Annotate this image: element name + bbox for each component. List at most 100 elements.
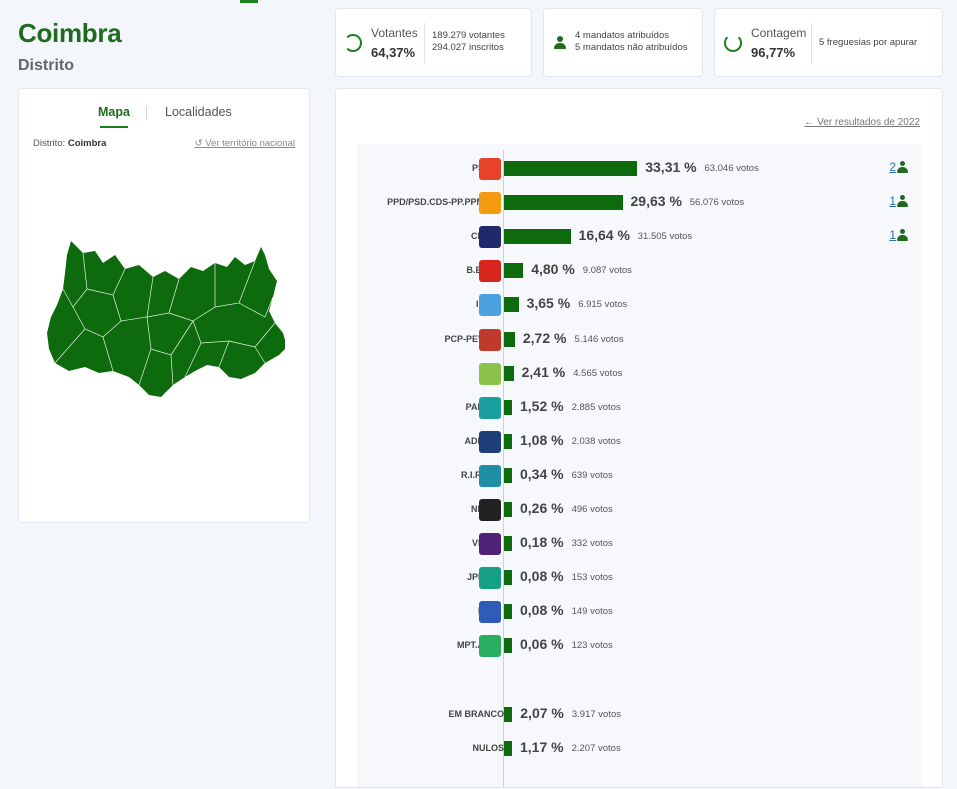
result-bar bbox=[504, 331, 515, 347]
count-pending: 5 freguesias por apurar bbox=[819, 37, 918, 48]
party-name: PPD/PSD.CDS-PP.PPM bbox=[387, 197, 484, 208]
turnout-divider bbox=[424, 23, 425, 63]
tab-map[interactable]: Mapa bbox=[98, 105, 130, 128]
ad-logo-icon bbox=[479, 192, 501, 215]
party-row: MPT.A 0,06 % 123 votos bbox=[357, 634, 922, 658]
il-logo-icon bbox=[479, 294, 501, 317]
result-votes: 496 votos bbox=[571, 504, 613, 515]
result-percentage: 2,41 % bbox=[521, 363, 566, 380]
national-territory-link[interactable]: ↺ Ver território nacional bbox=[195, 138, 295, 149]
ergue-logo-icon bbox=[479, 601, 501, 624]
map-tabs: Mapa Localidades bbox=[19, 105, 309, 128]
result-votes: 63.046 votos bbox=[704, 163, 759, 174]
jpp-logo-icon bbox=[479, 567, 501, 590]
result-percentage: 2,07 % bbox=[520, 704, 564, 721]
party-name: NULOS bbox=[472, 742, 505, 753]
result-votes: 2.885 votos bbox=[571, 401, 621, 413]
result-votes: 2.038 votos bbox=[571, 435, 621, 447]
party-row: B.E. 4,80 % 9.087 votos bbox=[357, 259, 922, 283]
result-bar bbox=[504, 433, 512, 449]
livre-logo-icon bbox=[479, 362, 501, 385]
mandates-count-link[interactable]: 1 bbox=[889, 228, 896, 242]
page-title: Coimbra bbox=[18, 18, 122, 48]
result-votes: 332 votos bbox=[571, 538, 613, 550]
party-row: CH 16,64 % 31.505 votos 1 bbox=[357, 225, 922, 249]
district-map-shape[interactable] bbox=[47, 241, 285, 397]
mpt-logo-icon bbox=[479, 635, 501, 658]
result-votes: 56.076 votos bbox=[689, 197, 745, 209]
pan-logo-icon bbox=[479, 396, 501, 419]
count-card: Contagem 96,77% 5 freguesias por apurar bbox=[714, 8, 943, 77]
undo-arrow-icon: ↺ bbox=[194, 138, 203, 149]
tab-localities[interactable]: Localidades bbox=[165, 105, 232, 119]
party-row: PCP-PEV 2,72 % 5.146 votos bbox=[357, 328, 922, 352]
previous-results-link[interactable]: ← Ver resultados de 2022 bbox=[804, 117, 920, 128]
result-percentage: 1,17 % bbox=[520, 738, 564, 755]
mandates-count-link[interactable]: 1 bbox=[889, 194, 896, 208]
turnout-card: Votantes 64,37% 189.279 votantes 294.027… bbox=[335, 8, 532, 77]
volt-logo-icon bbox=[479, 533, 501, 556]
extra-row: NULOS 1,17 % 2.207 votos bbox=[357, 737, 922, 761]
party-row: VP 0,18 % 332 votos bbox=[357, 532, 922, 556]
party-row: R.I.R. 0,34 % 639 votos bbox=[357, 464, 922, 488]
result-percentage: 33,31 % bbox=[645, 159, 697, 175]
turnout-voters: 189.279 votantes bbox=[432, 30, 505, 41]
result-percentage: 1,08 % bbox=[520, 431, 564, 448]
result-percentage: 2,72 % bbox=[522, 329, 567, 346]
result-bar bbox=[504, 161, 638, 176]
party-row: JPP 0,08 % 153 votos bbox=[357, 566, 922, 590]
turnout-progress-icon bbox=[344, 34, 362, 52]
result-percentage: 0,08 % bbox=[520, 602, 564, 619]
cdu-logo-icon bbox=[479, 328, 501, 351]
map-panel: Mapa Localidades Distrito: Coimbra ↺ Ver… bbox=[18, 88, 310, 523]
turnout-value: 64,37% bbox=[371, 45, 416, 60]
person-icon bbox=[897, 161, 908, 174]
result-bar bbox=[504, 740, 512, 756]
district-map[interactable] bbox=[43, 237, 285, 402]
result-percentage: 4,80 % bbox=[531, 261, 575, 278]
adn-logo-icon bbox=[479, 430, 501, 453]
party-row: PS 33,31 % 63.046 votos 2 bbox=[357, 157, 922, 181]
count-value: 96,77% bbox=[751, 45, 796, 60]
party-row: IL3,65 %6.915 votos bbox=[357, 293, 922, 317]
rir-logo-icon bbox=[479, 464, 501, 487]
page-subtitle: Distrito bbox=[18, 57, 74, 74]
result-votes: 639 votos bbox=[571, 469, 613, 481]
result-votes: 153 votos bbox=[571, 572, 613, 584]
party-row: PAN 1,52 % 2.885 votos bbox=[357, 396, 922, 420]
national-territory-link-label: Ver território nacional bbox=[205, 138, 295, 149]
party-row: PPD/PSD.CDS-PP.PPM 29,63 % 56.076 votos 1 bbox=[357, 191, 922, 215]
result-bar bbox=[504, 263, 524, 279]
results-chart: PS 33,31 % 63.046 votos 2 PPD/PSD.CDS-PP.PPM… bbox=[357, 144, 922, 787]
party-row: ND 0,26 % 496 votos bbox=[357, 498, 922, 522]
result-bar bbox=[504, 467, 512, 483]
nd-logo-icon bbox=[479, 499, 501, 521]
result-votes: 9.087 votos bbox=[582, 265, 632, 277]
result-votes: 3.917 votos bbox=[571, 708, 621, 720]
person-icon bbox=[554, 36, 566, 50]
district-indicator: Distrito: Coimbra bbox=[33, 138, 106, 149]
party-row: E0,08 %149 votos bbox=[357, 600, 922, 624]
party-row: L2,41 %4.565 votos bbox=[357, 362, 922, 386]
party-row: ADN 1,08 % 2.038 votos bbox=[357, 430, 922, 454]
result-bar bbox=[504, 195, 623, 211]
result-votes: 149 votos bbox=[571, 606, 613, 618]
result-votes: 123 votos bbox=[571, 640, 613, 652]
result-percentage: 0,26 % bbox=[520, 500, 564, 516]
mandates-count-link[interactable]: 2 bbox=[889, 160, 896, 174]
result-bar bbox=[504, 229, 571, 245]
result-votes: 31.505 votos bbox=[637, 231, 693, 243]
count-label: Contagem bbox=[751, 26, 807, 40]
result-percentage: 0,34 % bbox=[520, 465, 564, 482]
count-progress-icon bbox=[724, 34, 742, 52]
title-block: Coimbra Distrito bbox=[18, 18, 122, 75]
result-bar bbox=[504, 706, 513, 722]
result-bar bbox=[504, 638, 512, 654]
result-bar bbox=[504, 502, 512, 517]
district-indicator-label: Distrito: bbox=[33, 138, 66, 149]
extra-row: EM BRANCO 2,07 % 3.917 votos bbox=[357, 703, 922, 727]
result-percentage: 1,52 % bbox=[520, 397, 564, 414]
result-bar bbox=[504, 570, 512, 586]
result-percentage: 29,63 % bbox=[630, 193, 682, 210]
person-icon bbox=[897, 229, 908, 242]
